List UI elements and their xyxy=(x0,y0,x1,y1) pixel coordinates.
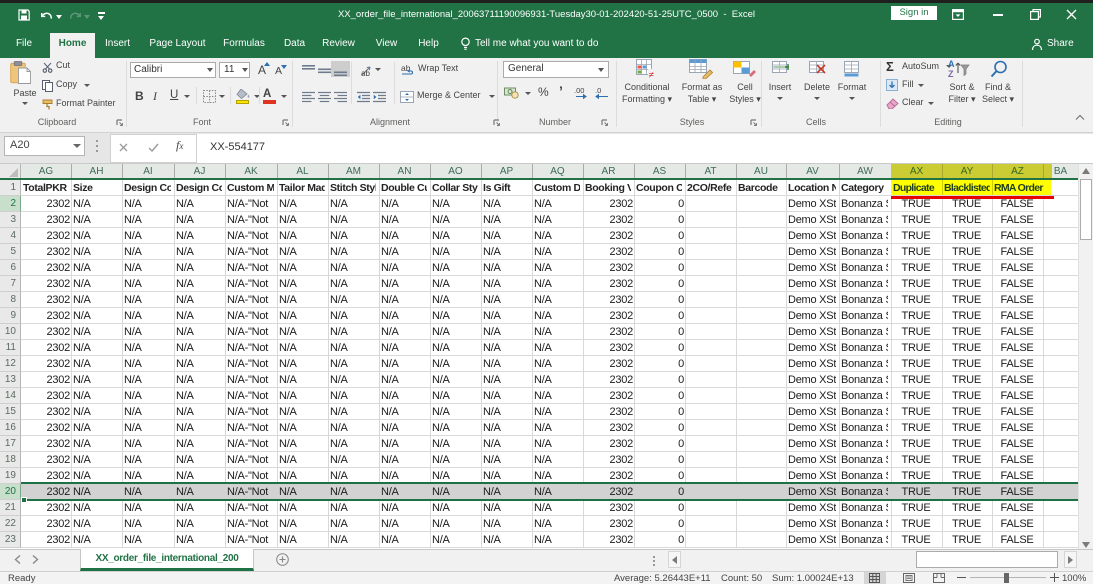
svg-text:A: A xyxy=(948,59,955,69)
svg-text:Z: Z xyxy=(948,69,954,78)
svg-text:ab: ab xyxy=(361,69,370,77)
svg-text:.0: .0 xyxy=(595,86,601,95)
svg-text:≠: ≠ xyxy=(649,70,655,79)
svg-text:.00: .00 xyxy=(574,86,584,95)
